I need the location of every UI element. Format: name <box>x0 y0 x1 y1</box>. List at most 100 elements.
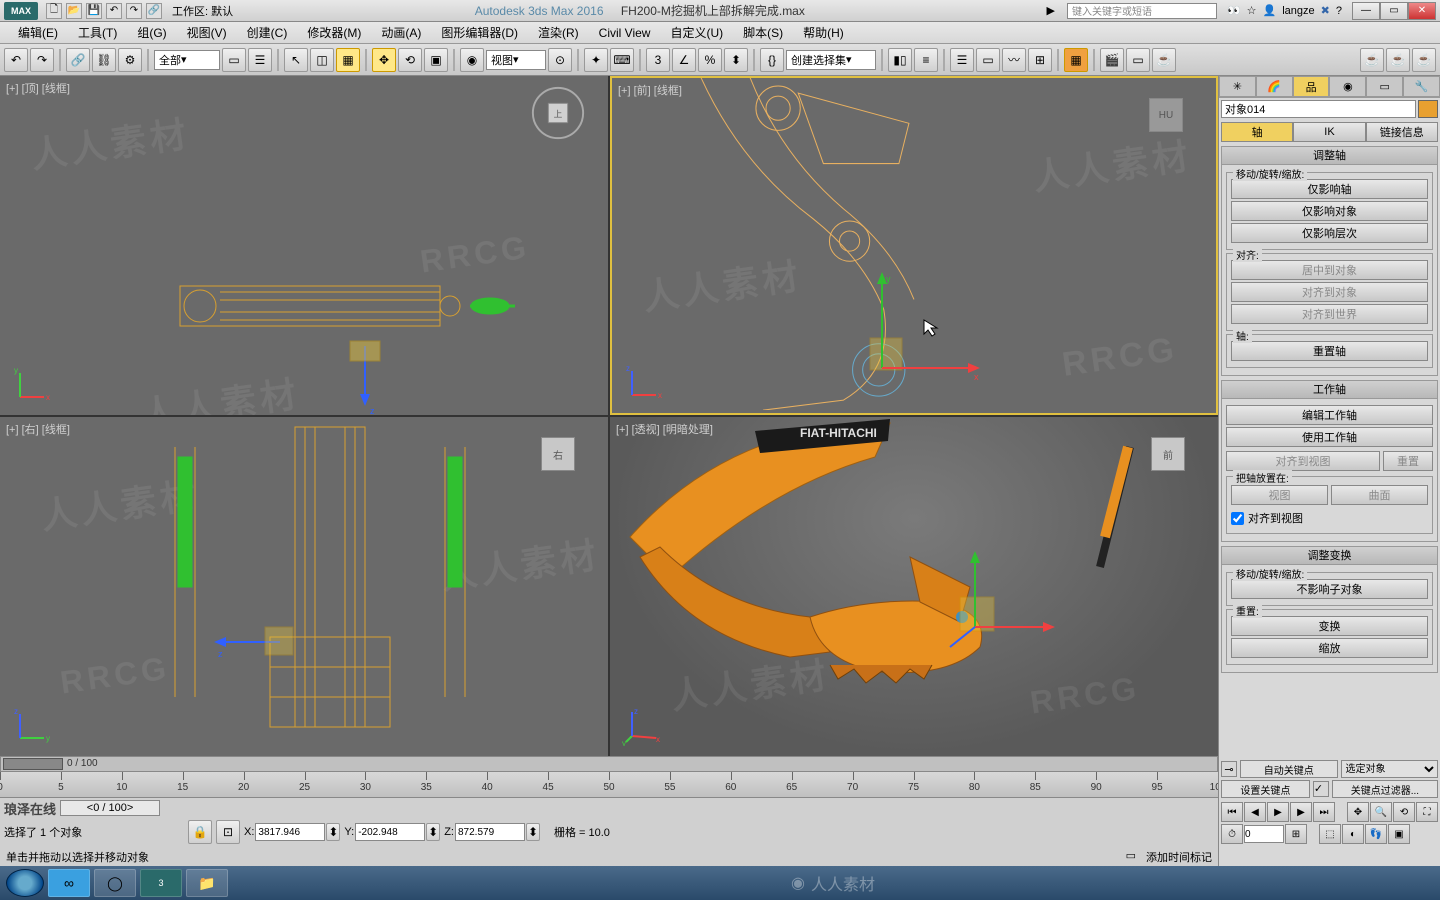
viewport-top[interactable]: [+] [顶] [线框] 上 人人素材 人人素材 RRCG z x y <box>0 76 608 415</box>
current-frame-input[interactable] <box>1244 825 1284 843</box>
use-working-pivot-button[interactable]: 使用工作轴 <box>1226 427 1433 447</box>
viewcube[interactable]: 前 <box>1138 429 1198 479</box>
menu-create[interactable]: 创建(C) <box>237 24 298 41</box>
spinner-icon[interactable]: ⬍ <box>426 823 440 841</box>
nav-zoom-icon[interactable]: 🔍 <box>1370 802 1392 822</box>
track-bar[interactable]: 0 / 100 <box>0 756 1218 772</box>
coord-x-input[interactable] <box>255 823 325 841</box>
nav-max-icon[interactable]: ⛶ <box>1416 802 1438 822</box>
save-icon[interactable]: 💾 <box>86 3 102 19</box>
time-config-icon[interactable]: ⏱ <box>1221 824 1243 844</box>
align-to-view-checkbox[interactable] <box>1231 512 1244 525</box>
key-filters-button[interactable]: 关键点过滤器... <box>1332 780 1438 798</box>
percent-snap-button[interactable]: % <box>698 48 722 72</box>
affect-object-button[interactable]: 仅影响对象 <box>1231 201 1428 221</box>
play-icon[interactable]: ▶ <box>1267 802 1289 822</box>
viewport-label[interactable]: [+] [前] [线框] <box>618 82 682 98</box>
select-button[interactable]: ▭ <box>222 48 246 72</box>
rollout-header[interactable]: 调整轴 <box>1222 147 1437 165</box>
tab-pivot[interactable]: 轴 <box>1221 122 1293 142</box>
set-key-button[interactable]: 设置关键点 <box>1221 780 1310 798</box>
spinner-snap-button[interactable]: ⬍ <box>724 48 748 72</box>
mirror-button[interactable]: ▮▯ <box>888 48 912 72</box>
align-to-view-button[interactable]: 对齐到视图 <box>1226 451 1380 471</box>
spinner-icon[interactable]: ⬍ <box>326 823 340 841</box>
bind-button[interactable]: ⚙ <box>118 48 142 72</box>
tab-hierarchy-icon[interactable]: 品 <box>1293 76 1330 97</box>
affect-pivot-button[interactable]: 仅影响轴 <box>1231 179 1428 199</box>
menu-script[interactable]: 脚本(S) <box>733 24 793 41</box>
start-button[interactable] <box>6 869 44 897</box>
manipulate-button[interactable]: ✦ <box>584 48 608 72</box>
selection-filter-combo[interactable]: 全部 ▾ <box>154 50 220 70</box>
coord-z-input[interactable] <box>455 823 525 841</box>
redo-icon[interactable]: ↷ <box>126 3 142 19</box>
tab-utilities-icon[interactable]: 🔧 <box>1403 76 1440 97</box>
minimize-button[interactable]: — <box>1352 2 1380 20</box>
named-set-edit-button[interactable]: {} <box>760 48 784 72</box>
menu-civil[interactable]: Civil View <box>589 26 661 40</box>
key-mode-icon[interactable]: ✓ <box>1313 781 1329 797</box>
tab-link-info[interactable]: 链接信息 <box>1366 122 1438 142</box>
reset-pivot-button[interactable]: 重置轴 <box>1231 341 1428 361</box>
nav-walk-icon[interactable]: 👣 <box>1365 824 1387 844</box>
key-mode-toggle-icon[interactable]: ⊞ <box>1285 824 1307 844</box>
object-color-swatch[interactable] <box>1418 100 1438 118</box>
snap-button[interactable]: 3 <box>646 48 670 72</box>
menu-render[interactable]: 渲染(R) <box>528 24 589 41</box>
nav-orbit-icon[interactable]: ⟲ <box>1393 802 1415 822</box>
viewcube[interactable]: 右 <box>528 429 588 479</box>
script-icon[interactable]: ▭ <box>1126 849 1136 865</box>
user-icon[interactable]: 👤 <box>1263 4 1277 17</box>
undo-button[interactable]: ↶ <box>4 48 28 72</box>
close-button[interactable]: ✕ <box>1408 2 1436 20</box>
redo-button[interactable]: ↷ <box>30 48 54 72</box>
align-button[interactable]: ≡ <box>914 48 938 72</box>
tab-modify-icon[interactable]: 🌈 <box>1256 76 1293 97</box>
unlink-button[interactable]: ⛓ <box>92 48 116 72</box>
goto-start-icon[interactable]: ⏮ <box>1221 802 1243 822</box>
material-button[interactable]: ▦ <box>1064 48 1088 72</box>
star-icon[interactable]: ☆ <box>1247 4 1257 17</box>
keyboard-button[interactable]: ⌨ <box>610 48 634 72</box>
affect-hierarchy-button[interactable]: 仅影响层次 <box>1231 223 1428 243</box>
window-crossing-button[interactable]: ▦ <box>336 48 360 72</box>
object-name-input[interactable] <box>1221 100 1416 118</box>
search-input[interactable]: 键入关键字或短语 <box>1067 3 1217 19</box>
render-setup-button[interactable]: 🎬 <box>1100 48 1124 72</box>
teapot1-icon[interactable]: ☕ <box>1360 48 1384 72</box>
open-icon[interactable]: 📂 <box>66 3 82 19</box>
menu-views[interactable]: 视图(V) <box>177 24 237 41</box>
lock-icon[interactable]: 🔒 <box>188 820 212 844</box>
reset-transform-button[interactable]: 变换 <box>1231 616 1428 636</box>
place-surface-button[interactable]: 曲面 <box>1331 485 1428 505</box>
rollout-header[interactable]: 调整变换 <box>1222 547 1437 565</box>
link-button[interactable]: 🔗 <box>66 48 90 72</box>
teapot3-icon[interactable]: ☕ <box>1412 48 1436 72</box>
menu-group[interactable]: 组(G) <box>127 24 176 41</box>
reset-button[interactable]: 重置 <box>1383 451 1433 471</box>
select-region-button[interactable]: ◫ <box>310 48 334 72</box>
menu-animation[interactable]: 动画(A) <box>371 24 431 41</box>
pivot-button[interactable]: ⊙ <box>548 48 572 72</box>
nav-fov-icon[interactable]: ◐ <box>1342 824 1364 844</box>
prev-frame-icon[interactable]: ◀ <box>1244 802 1266 822</box>
menu-graph[interactable]: 图形编辑器(D) <box>431 24 528 41</box>
move-button[interactable]: ✥ <box>372 48 396 72</box>
time-ruler[interactable]: 0510152025303540455055606570758085909510… <box>0 772 1218 798</box>
move-gizmo[interactable] <box>940 547 1060 657</box>
play-icon[interactable]: ▶ <box>1046 4 1054 17</box>
help-icon[interactable]: ? <box>1336 5 1342 17</box>
layer-button[interactable]: ☰ <box>950 48 974 72</box>
key-icon[interactable]: ⊸ <box>1221 761 1237 777</box>
isolate-icon[interactable]: ⊡ <box>216 820 240 844</box>
taskbar-chrome[interactable]: ◯ <box>94 869 136 897</box>
auto-key-button[interactable]: 自动关键点 <box>1240 760 1338 778</box>
reset-scale-button[interactable]: 缩放 <box>1231 638 1428 658</box>
scale-button[interactable]: ▣ <box>424 48 448 72</box>
rollout-header[interactable]: 工作轴 <box>1222 381 1437 399</box>
viewport-label[interactable]: [+] [透视] [明暗处理] <box>616 421 713 437</box>
app-logo[interactable]: MAX <box>4 2 38 20</box>
curve-editor-button[interactable]: 〰 <box>1002 48 1026 72</box>
viewcube[interactable]: 上 <box>528 88 588 138</box>
